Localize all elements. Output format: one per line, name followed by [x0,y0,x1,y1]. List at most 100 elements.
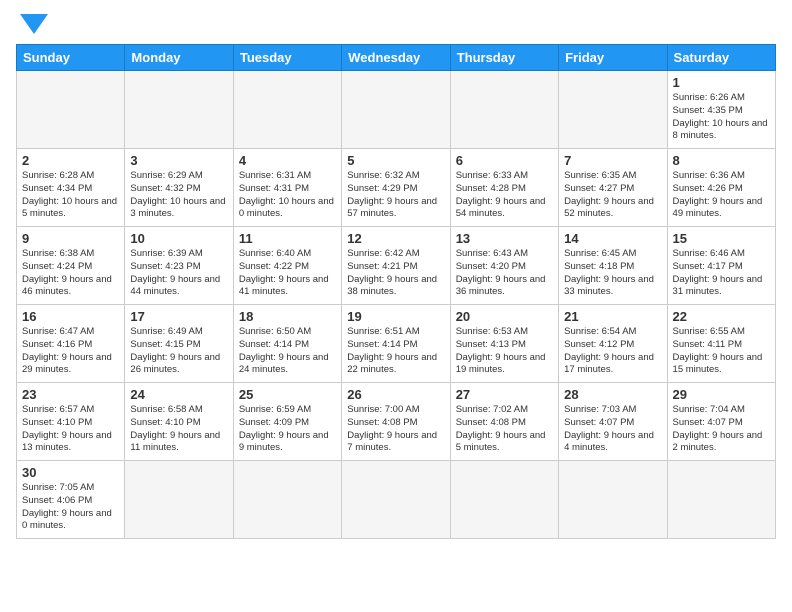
calendar-cell [559,71,667,149]
day-number: 18 [239,309,336,324]
logo [16,16,48,34]
calendar-cell: 2 Sunrise: 6:28 AM Sunset: 4:34 PM Daylig… [17,149,125,227]
calendar-cell: 14Sunrise: 6:45 AM Sunset: 4:18 PM Dayli… [559,227,667,305]
calendar-cell [450,71,558,149]
calendar-cell [125,71,233,149]
calendar-week-5: 23 Sunrise: 6:57 AM Sunset: 4:10 PM Dayli… [17,383,776,461]
calendar-week-3: 9 Sunrise: 6:38 AM Sunset: 4:24 PM Daylig… [17,227,776,305]
calendar-table: SundayMondayTuesdayWednesdayThursdayFrid… [16,44,776,539]
calendar-header: SundayMondayTuesdayWednesdayThursdayFrid… [17,45,776,71]
day-info: Sunrise: 6:40 AM Sunset: 4:22 PM Dayligh… [239,248,336,299]
calendar-cell: 17 Sunrise: 6:49 AM Sunset: 4:15 PM Dayli… [125,305,233,383]
day-info: Sunrise: 7:04 AM Sunset: 4:07 PM Dayligh… [673,404,770,455]
calendar-cell: 27 Sunrise: 7:02 AM Sunset: 4:08 PM Dayli… [450,383,558,461]
day-info: Sunrise: 6:57 AM Sunset: 4:10 PM Dayligh… [22,404,119,455]
day-number: 10 [130,231,227,246]
calendar-cell: 12 Sunrise: 6:42 AM Sunset: 4:21 PM Dayli… [342,227,450,305]
calendar-cell [125,461,233,539]
day-number: 12 [347,231,444,246]
day-number: 3 [130,153,227,168]
calendar-cell [667,461,775,539]
day-number: 30 [22,465,119,480]
day-number: 29 [673,387,770,402]
day-number: 24 [130,387,227,402]
weekday-header-friday: Friday [559,45,667,71]
calendar-cell [233,461,341,539]
calendar-cell: 22Sunrise: 6:55 AM Sunset: 4:11 PM Dayli… [667,305,775,383]
day-info: Sunrise: 6:47 AM Sunset: 4:16 PM Dayligh… [22,326,119,377]
day-number: 28 [564,387,661,402]
day-info: Sunrise: 6:59 AM Sunset: 4:09 PM Dayligh… [239,404,336,455]
calendar-cell: 26 Sunrise: 7:00 AM Sunset: 4:08 PM Dayli… [342,383,450,461]
day-info: Sunrise: 6:55 AM Sunset: 4:11 PM Dayligh… [673,326,770,377]
day-info: Sunrise: 7:03 AM Sunset: 4:07 PM Dayligh… [564,404,661,455]
calendar-cell: 3Sunrise: 6:29 AM Sunset: 4:32 PM Daylig… [125,149,233,227]
calendar-cell: 30 Sunrise: 7:05 AM Sunset: 4:06 PM Dayli… [17,461,125,539]
calendar-cell: 29 Sunrise: 7:04 AM Sunset: 4:07 PM Dayli… [667,383,775,461]
day-number: 20 [456,309,553,324]
calendar-cell [233,71,341,149]
calendar-week-4: 16 Sunrise: 6:47 AM Sunset: 4:16 PM Dayli… [17,305,776,383]
calendar-cell: 20 Sunrise: 6:53 AM Sunset: 4:13 PM Dayli… [450,305,558,383]
day-number: 15 [673,231,770,246]
day-info: Sunrise: 7:02 AM Sunset: 4:08 PM Dayligh… [456,404,553,455]
day-info: Sunrise: 7:05 AM Sunset: 4:06 PM Dayligh… [22,482,119,533]
weekday-header-thursday: Thursday [450,45,558,71]
day-info: Sunrise: 6:54 AM Sunset: 4:12 PM Dayligh… [564,326,661,377]
weekday-header-saturday: Saturday [667,45,775,71]
day-info: Sunrise: 6:36 AM Sunset: 4:26 PM Dayligh… [673,170,770,221]
day-info: Sunrise: 7:00 AM Sunset: 4:08 PM Dayligh… [347,404,444,455]
calendar-cell [450,461,558,539]
day-number: 17 [130,309,227,324]
day-number: 26 [347,387,444,402]
calendar-cell [342,461,450,539]
calendar-week-2: 2 Sunrise: 6:28 AM Sunset: 4:34 PM Daylig… [17,149,776,227]
day-number: 23 [22,387,119,402]
calendar-cell: 1 Sunrise: 6:26 AM Sunset: 4:35 PM Daylig… [667,71,775,149]
calendar-cell: 9 Sunrise: 6:38 AM Sunset: 4:24 PM Daylig… [17,227,125,305]
day-info: Sunrise: 6:31 AM Sunset: 4:31 PM Dayligh… [239,170,336,221]
day-info: Sunrise: 6:26 AM Sunset: 4:35 PM Dayligh… [673,92,770,143]
calendar-cell: 10 Sunrise: 6:39 AM Sunset: 4:23 PM Dayli… [125,227,233,305]
calendar-week-6: 30 Sunrise: 7:05 AM Sunset: 4:06 PM Dayli… [17,461,776,539]
day-number: 1 [673,75,770,90]
day-number: 2 [22,153,119,168]
calendar-cell: 11 Sunrise: 6:40 AM Sunset: 4:22 PM Dayli… [233,227,341,305]
page-header [16,16,776,34]
logo-icon [20,14,48,34]
calendar-cell: 13Sunrise: 6:43 AM Sunset: 4:20 PM Dayli… [450,227,558,305]
calendar-cell: 24 Sunrise: 6:58 AM Sunset: 4:10 PM Dayli… [125,383,233,461]
weekday-header-wednesday: Wednesday [342,45,450,71]
calendar-cell: 18 Sunrise: 6:50 AM Sunset: 4:14 PM Dayli… [233,305,341,383]
calendar-cell: 6Sunrise: 6:33 AM Sunset: 4:28 PM Daylig… [450,149,558,227]
day-number: 19 [347,309,444,324]
calendar-week-1: 1 Sunrise: 6:26 AM Sunset: 4:35 PM Daylig… [17,71,776,149]
day-info: Sunrise: 6:39 AM Sunset: 4:23 PM Dayligh… [130,248,227,299]
day-number: 4 [239,153,336,168]
day-number: 11 [239,231,336,246]
calendar-cell: 21 Sunrise: 6:54 AM Sunset: 4:12 PM Dayli… [559,305,667,383]
calendar-cell: 25 Sunrise: 6:59 AM Sunset: 4:09 PM Dayli… [233,383,341,461]
day-info: Sunrise: 6:49 AM Sunset: 4:15 PM Dayligh… [130,326,227,377]
day-info: Sunrise: 6:53 AM Sunset: 4:13 PM Dayligh… [456,326,553,377]
day-info: Sunrise: 6:46 AM Sunset: 4:17 PM Dayligh… [673,248,770,299]
day-info: Sunrise: 6:58 AM Sunset: 4:10 PM Dayligh… [130,404,227,455]
day-number: 27 [456,387,553,402]
calendar-cell: 4 Sunrise: 6:31 AM Sunset: 4:31 PM Daylig… [233,149,341,227]
day-number: 21 [564,309,661,324]
day-info: Sunrise: 6:51 AM Sunset: 4:14 PM Dayligh… [347,326,444,377]
day-number: 25 [239,387,336,402]
weekday-header-monday: Monday [125,45,233,71]
calendar-cell [342,71,450,149]
calendar-cell: 15 Sunrise: 6:46 AM Sunset: 4:17 PM Dayli… [667,227,775,305]
calendar-cell: 16 Sunrise: 6:47 AM Sunset: 4:16 PM Dayli… [17,305,125,383]
day-info: Sunrise: 6:28 AM Sunset: 4:34 PM Dayligh… [22,170,119,221]
day-info: Sunrise: 6:38 AM Sunset: 4:24 PM Dayligh… [22,248,119,299]
day-number: 8 [673,153,770,168]
day-info: Sunrise: 6:42 AM Sunset: 4:21 PM Dayligh… [347,248,444,299]
day-number: 16 [22,309,119,324]
calendar-cell: 5Sunrise: 6:32 AM Sunset: 4:29 PM Daylig… [342,149,450,227]
day-number: 9 [22,231,119,246]
day-info: Sunrise: 6:50 AM Sunset: 4:14 PM Dayligh… [239,326,336,377]
day-info: Sunrise: 6:33 AM Sunset: 4:28 PM Dayligh… [456,170,553,221]
